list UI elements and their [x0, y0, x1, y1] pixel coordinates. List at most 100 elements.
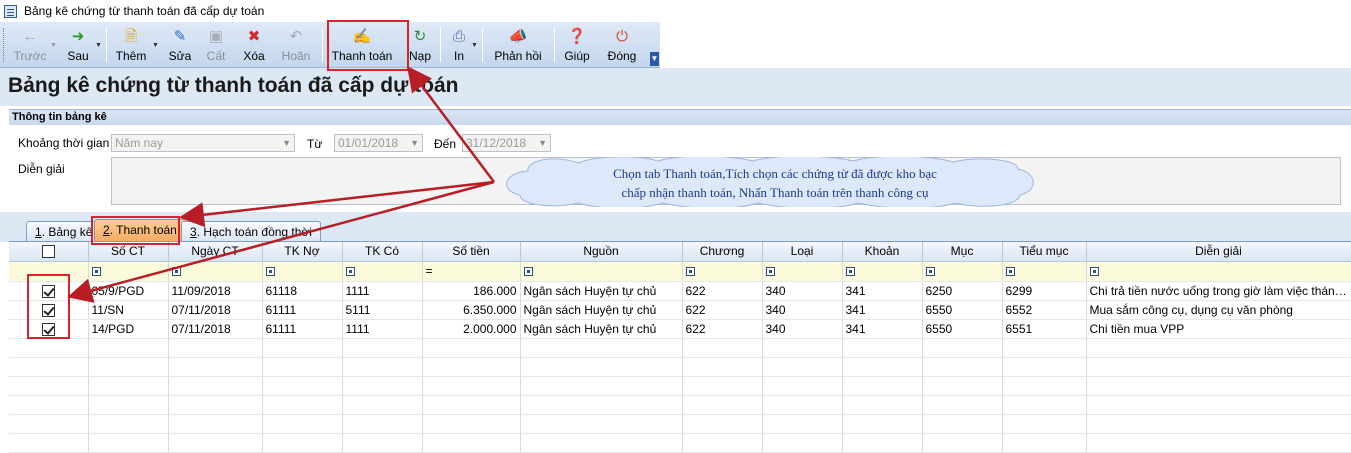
- edit-button[interactable]: ✎ Sửa: [164, 24, 196, 66]
- row-select-cell[interactable]: [9, 300, 89, 320]
- cell-khoan[interactable]: 341: [842, 281, 923, 301]
- cell-muc[interactable]: [922, 395, 1003, 415]
- cell-tieu-muc[interactable]: [1002, 433, 1087, 453]
- next-dropdown-icon[interactable]: ▼: [95, 42, 102, 49]
- cell-ngay-ct[interactable]: 07/11/2018: [168, 319, 263, 339]
- cell-ngay-ct[interactable]: [168, 433, 263, 453]
- filter-cell[interactable]: [842, 261, 923, 282]
- print-button[interactable]: ⎙ In: [446, 24, 472, 66]
- row-select-cell[interactable]: [9, 414, 89, 434]
- cell-tk-co[interactable]: 5111: [342, 300, 423, 320]
- cell-tk-no[interactable]: [262, 357, 343, 377]
- column-header[interactable]: TK Nợ: [262, 242, 343, 262]
- table-row[interactable]: 11/SN 07/11/2018 61111 5111 6.350.000 Ngân sá…: [9, 300, 1351, 320]
- cell-so-tien[interactable]: 6.350.000: [422, 300, 521, 320]
- row-select-cell[interactable]: [9, 395, 89, 415]
- payment-button[interactable]: ✍ Thanh toán: [330, 24, 394, 66]
- column-header[interactable]: Chương: [682, 242, 763, 262]
- cell-chuong[interactable]: 622: [682, 319, 763, 339]
- column-header[interactable]: Tiểu mục: [1002, 242, 1087, 262]
- filter-operator-icon[interactable]: [685, 267, 695, 277]
- row-select-cell[interactable]: [9, 281, 89, 301]
- table-row[interactable]: 05/9/PGD 11/09/2018 61118 1111 186.000 Ngân s…: [9, 281, 1351, 301]
- cell-tieu-muc[interactable]: [1002, 376, 1087, 396]
- cell-dien-giai[interactable]: [1086, 338, 1351, 358]
- row-select-cell[interactable]: [9, 433, 89, 453]
- cell-khoan[interactable]: [842, 376, 923, 396]
- cell-so-tien[interactable]: [422, 376, 521, 396]
- cell-chuong[interactable]: [682, 338, 763, 358]
- cell-so-tien[interactable]: [422, 338, 521, 358]
- cell-nguon[interactable]: [520, 414, 683, 434]
- cell-tieu-muc[interactable]: 6552: [1002, 300, 1087, 320]
- filter-operator-icon[interactable]: [1089, 267, 1099, 277]
- row-select-cell[interactable]: [9, 376, 89, 396]
- reload-button[interactable]: ↻ Nạp: [406, 24, 434, 66]
- cell-tk-no[interactable]: 61111: [262, 300, 343, 320]
- cell-tieu-muc[interactable]: [1002, 357, 1087, 377]
- cell-khoan[interactable]: [842, 433, 923, 453]
- cell-so-ct[interactable]: 14/PGD: [88, 319, 169, 339]
- cell-so-ct[interactable]: [88, 414, 169, 434]
- cell-chuong[interactable]: 622: [682, 300, 763, 320]
- tab-bang-ke[interactable]: 1. Bảng kê: [26, 221, 102, 241]
- cell-so-ct[interactable]: [88, 376, 169, 396]
- cell-ngay-ct[interactable]: [168, 357, 263, 377]
- column-header[interactable]: TK Có: [342, 242, 423, 262]
- cell-dien-giai[interactable]: Mua sắm công cụ, dụng cụ văn phòng: [1086, 300, 1351, 320]
- cell-tk-co[interactable]: [342, 338, 423, 358]
- cell-tk-no[interactable]: [262, 376, 343, 396]
- cell-muc[interactable]: [922, 376, 1003, 396]
- cell-so-tien[interactable]: 186.000: [422, 281, 521, 301]
- filter-cell[interactable]: [342, 261, 423, 282]
- cell-tk-no[interactable]: [262, 395, 343, 415]
- cell-tk-co[interactable]: [342, 433, 423, 453]
- cell-chuong[interactable]: 622: [682, 281, 763, 301]
- column-header[interactable]: Ngày CT: [168, 242, 263, 262]
- filter-cell[interactable]: [1086, 261, 1351, 282]
- row-select-cell[interactable]: [9, 357, 89, 377]
- table-row[interactable]: [9, 433, 1351, 453]
- next-button[interactable]: ➜ Sau: [62, 24, 94, 66]
- cell-tieu-muc[interactable]: [1002, 338, 1087, 358]
- cell-tk-no[interactable]: [262, 414, 343, 434]
- table-row[interactable]: 14/PGD 07/11/2018 61111 1111 2.000.000 Ngân s…: [9, 319, 1351, 339]
- filter-equals[interactable]: =: [426, 264, 433, 278]
- cell-khoan[interactable]: 341: [842, 319, 923, 339]
- filter-operator-icon[interactable]: [845, 267, 855, 277]
- filter-operator-icon[interactable]: [345, 267, 355, 277]
- filter-cell[interactable]: [922, 261, 1003, 282]
- toolbar-overflow-icon[interactable]: ▼: [650, 52, 659, 66]
- filter-operator-icon[interactable]: [1005, 267, 1015, 277]
- filter-operator-icon[interactable]: [523, 267, 533, 277]
- cell-tk-no[interactable]: 61111: [262, 319, 343, 339]
- cell-muc[interactable]: [922, 357, 1003, 377]
- cell-loai[interactable]: [762, 433, 843, 453]
- row-checkbox[interactable]: [41, 303, 55, 317]
- filter-operator-icon[interactable]: [171, 267, 181, 277]
- table-row[interactable]: [9, 338, 1351, 358]
- cell-loai[interactable]: 340: [762, 281, 843, 301]
- cell-loai[interactable]: 340: [762, 319, 843, 339]
- cell-muc[interactable]: 6550: [922, 300, 1003, 320]
- cell-muc[interactable]: [922, 338, 1003, 358]
- cell-so-ct[interactable]: [88, 338, 169, 358]
- table-row[interactable]: [9, 376, 1351, 396]
- print-dropdown-icon[interactable]: ▼: [471, 42, 478, 49]
- cell-chuong[interactable]: [682, 376, 763, 396]
- filter-cell[interactable]: [262, 261, 343, 282]
- cell-khoan[interactable]: [842, 395, 923, 415]
- cell-loai[interactable]: [762, 338, 843, 358]
- cell-loai[interactable]: 340: [762, 300, 843, 320]
- close-button[interactable]: ⏻ Đóng: [604, 24, 640, 66]
- filter-cell[interactable]: [88, 261, 169, 282]
- cell-khoan[interactable]: [842, 357, 923, 377]
- select-all-checkbox[interactable]: [41, 245, 55, 259]
- filter-operator-icon[interactable]: [765, 267, 775, 277]
- cell-tk-no[interactable]: [262, 433, 343, 453]
- from-date-field[interactable]: 01/01/2018 ▼: [334, 134, 423, 152]
- table-row[interactable]: [9, 395, 1351, 415]
- cell-dien-giai[interactable]: Chi tiền mua VPP: [1086, 319, 1351, 339]
- cell-chuong[interactable]: [682, 395, 763, 415]
- prev-button[interactable]: ← Trước: [12, 24, 48, 66]
